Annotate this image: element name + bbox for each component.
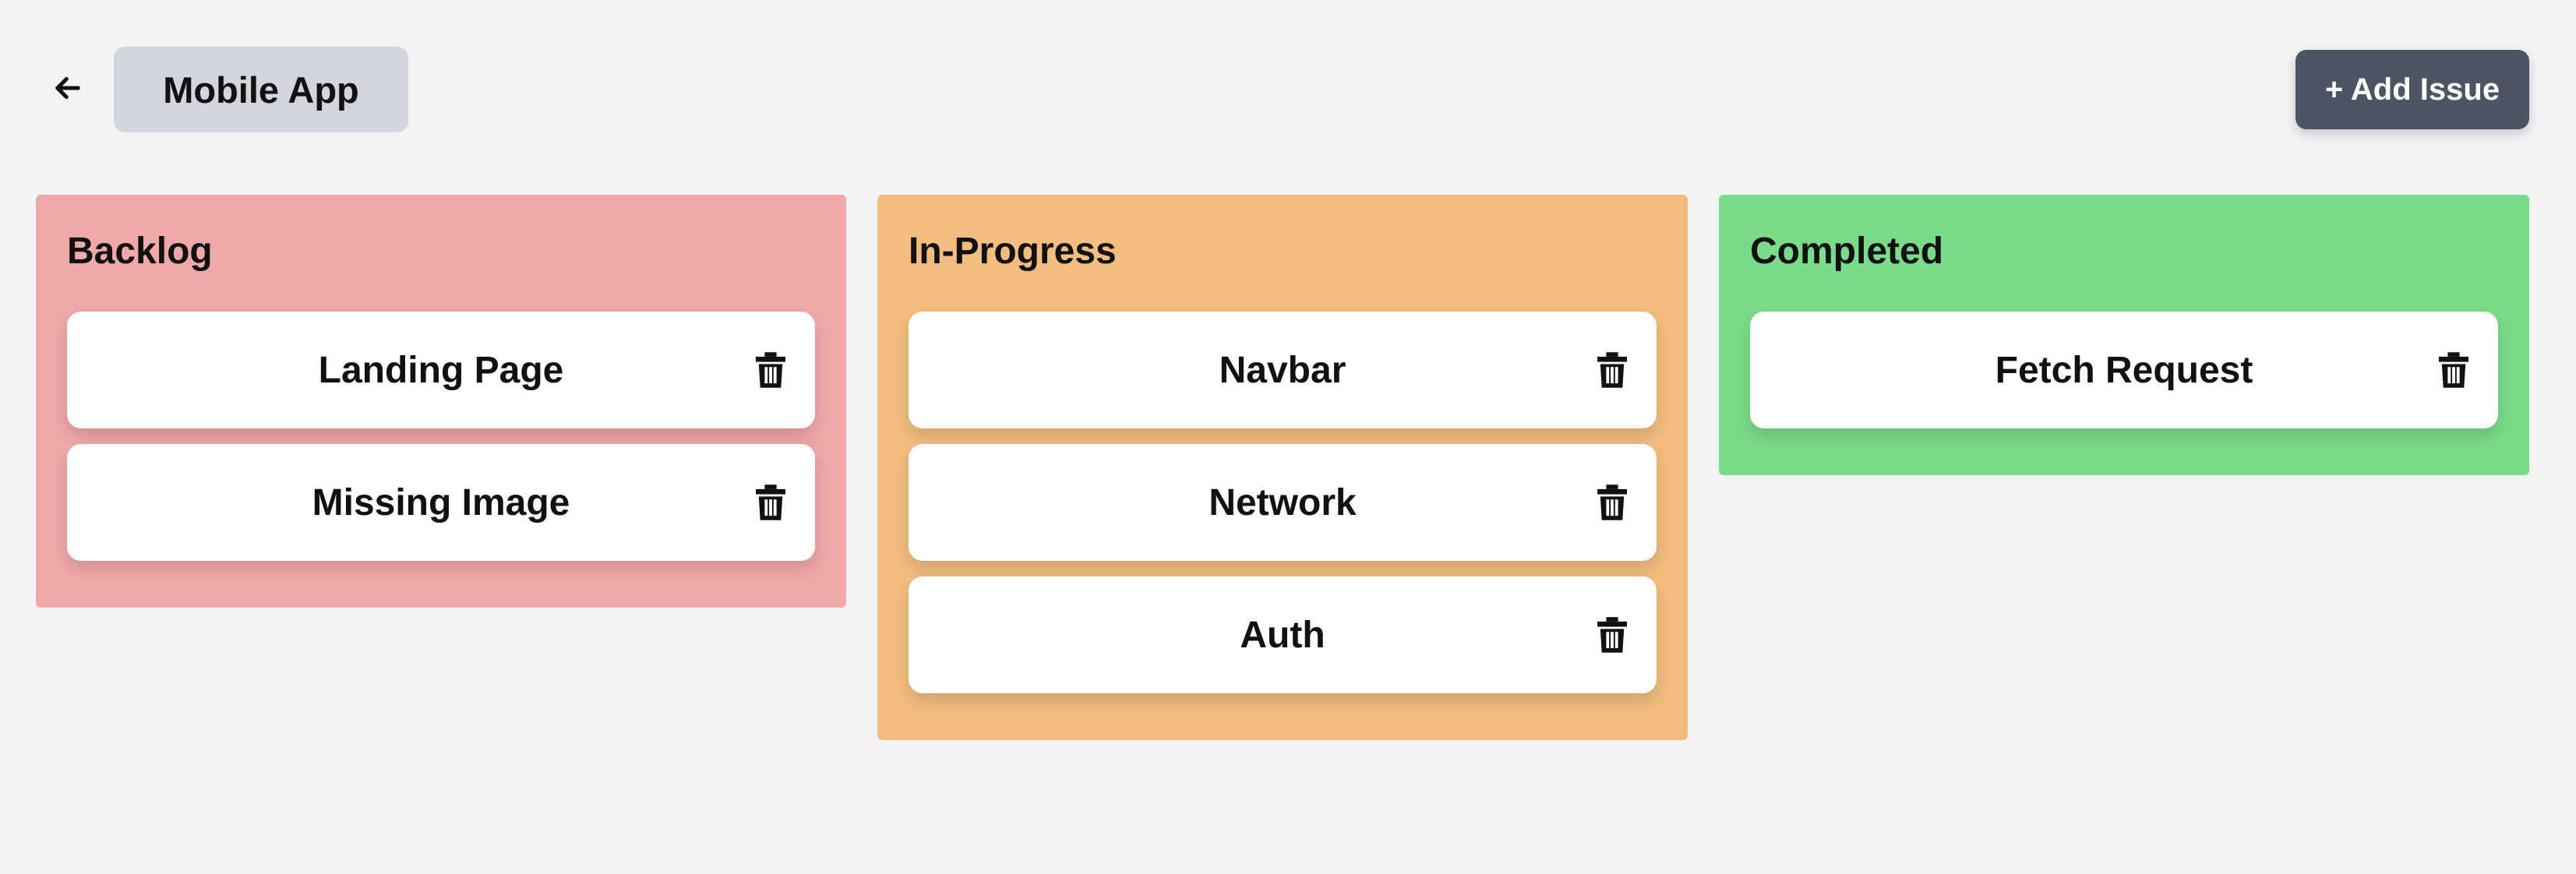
column-title: Completed bbox=[1750, 231, 1944, 272]
issue-title: Fetch Request bbox=[1995, 349, 2253, 391]
add-issue-button[interactable]: + Add Issue bbox=[2295, 50, 2529, 129]
issue-title: Navbar bbox=[1219, 349, 1346, 391]
back-button[interactable] bbox=[47, 67, 89, 109]
issue-card[interactable]: Auth bbox=[909, 576, 1657, 693]
issue-title: Missing Image bbox=[312, 481, 570, 523]
issue-title: Network bbox=[1209, 481, 1357, 523]
project-name: Mobile App bbox=[114, 47, 408, 132]
issue-card[interactable]: Missing Image bbox=[67, 444, 815, 561]
issue-title: Auth bbox=[1240, 614, 1325, 656]
column-backlog: Backlog Landing Page Missing Image bbox=[36, 195, 846, 608]
trash-icon[interactable] bbox=[2439, 352, 2468, 388]
trash-icon[interactable] bbox=[1597, 617, 1627, 653]
trash-icon[interactable] bbox=[1597, 352, 1627, 388]
trash-icon[interactable] bbox=[1597, 485, 1627, 520]
trash-icon[interactable] bbox=[756, 352, 785, 388]
arrow-left-icon bbox=[55, 76, 80, 100]
top-bar: Mobile App + Add Issue bbox=[0, 0, 2576, 179]
issue-title: Landing Page bbox=[318, 349, 564, 391]
issue-card[interactable]: Network bbox=[909, 444, 1657, 561]
column-title: Backlog bbox=[67, 231, 213, 272]
issue-card[interactable]: Landing Page bbox=[67, 312, 815, 428]
issue-card[interactable]: Navbar bbox=[909, 312, 1657, 428]
column-title: In-Progress bbox=[909, 231, 1117, 272]
trash-icon[interactable] bbox=[756, 485, 785, 520]
column-in-progress: In-Progress Navbar Network Auth bbox=[877, 195, 1688, 740]
column-completed: Completed Fetch Request bbox=[1719, 195, 2529, 475]
issue-card[interactable]: Fetch Request bbox=[1750, 312, 2498, 428]
